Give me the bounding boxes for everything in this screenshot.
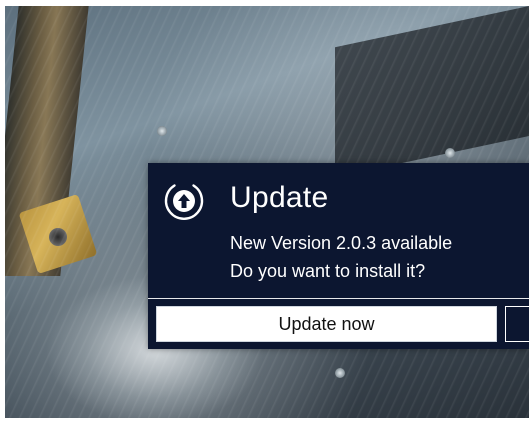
install-question: Do you want to install it?: [230, 261, 426, 281]
dialog-divider: [148, 298, 529, 299]
version-message: New Version 2.0.3 available: [230, 233, 453, 253]
update-dialog: Update New Version 2.0.3 available Do yo…: [148, 163, 529, 349]
upload-arrow-circle-icon: [164, 184, 204, 220]
update-now-button[interactable]: Update now: [156, 306, 497, 342]
secondary-button[interactable]: [505, 306, 529, 342]
dialog-title: Update: [230, 181, 329, 214]
screen: Update New Version 2.0.3 available Do yo…: [0, 0, 529, 423]
